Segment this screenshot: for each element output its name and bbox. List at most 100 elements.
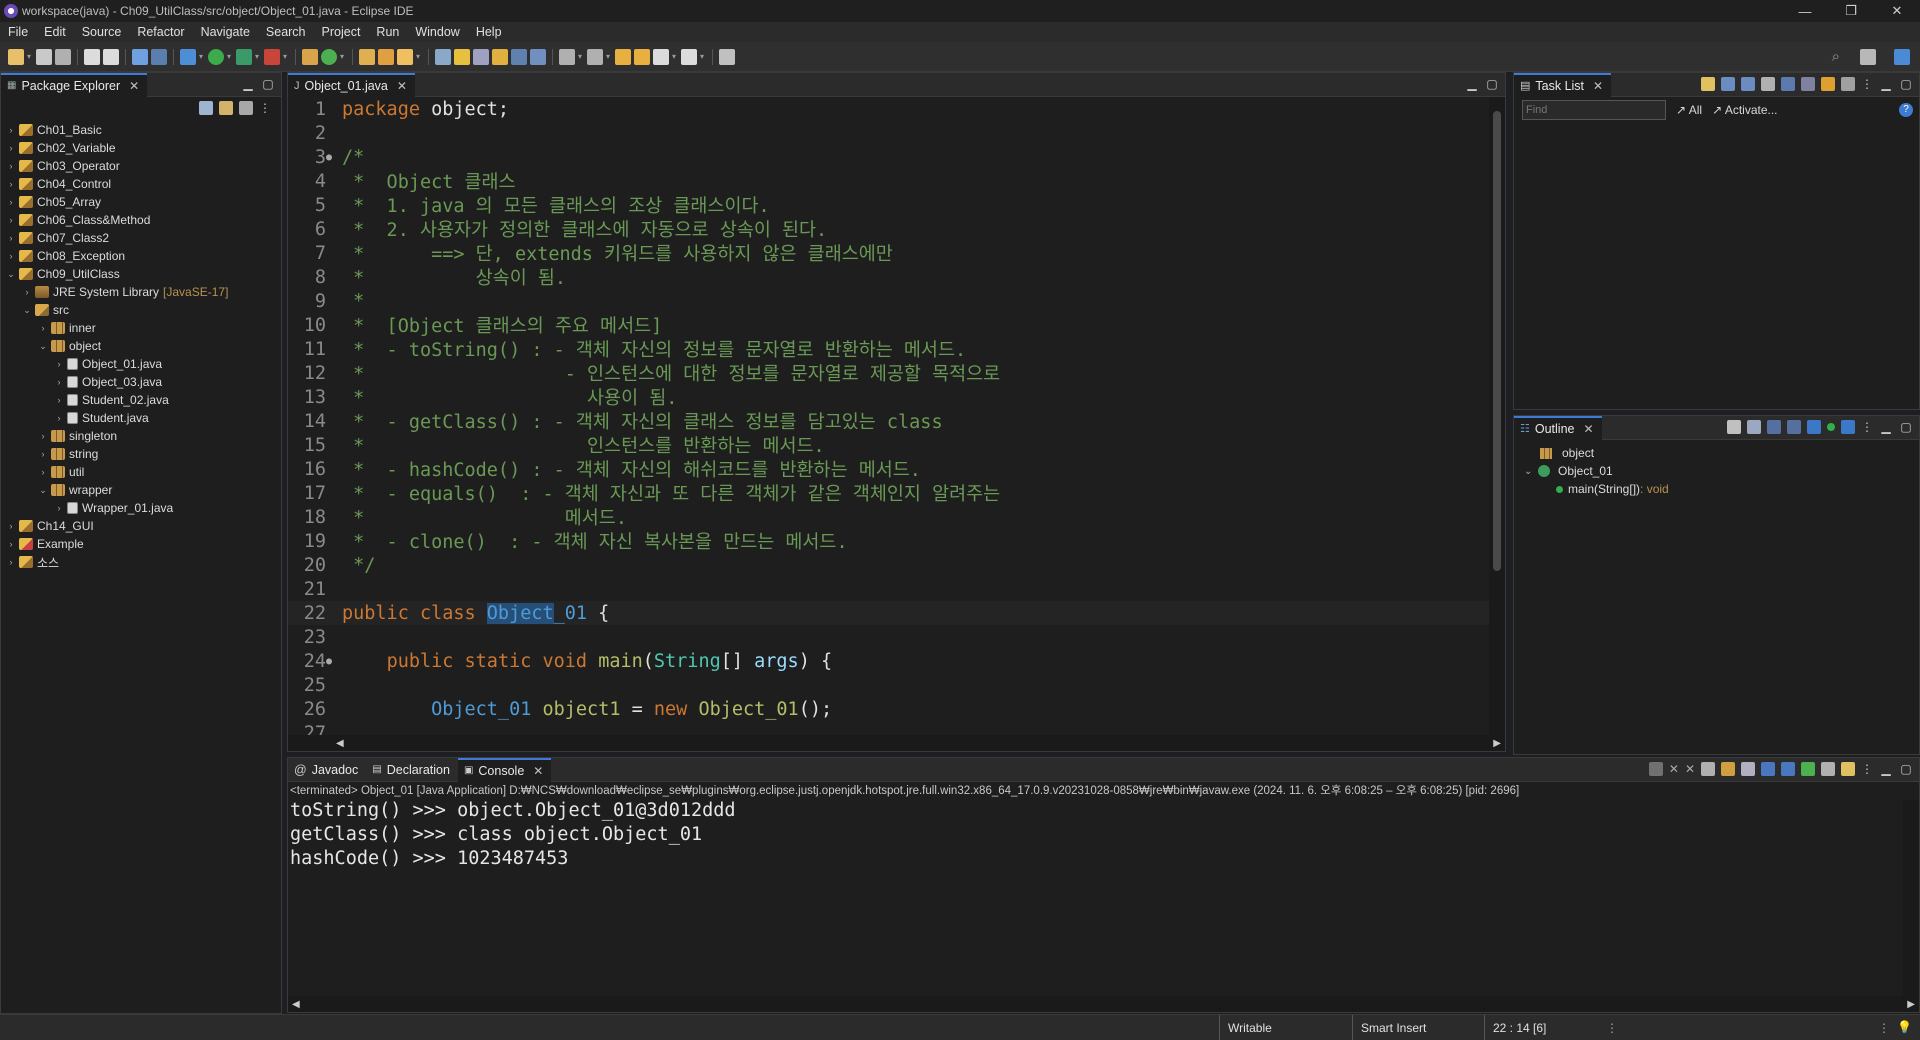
minimize-icon[interactable]: ▁	[241, 77, 255, 91]
save-all-icon[interactable]	[55, 48, 71, 65]
tree-item[interactable]: ⌄ src	[1, 301, 281, 319]
code-line[interactable]: 13 * 사용이 됨.	[288, 385, 1489, 410]
chevron-right-icon[interactable]: ›	[53, 377, 65, 387]
code-line[interactable]: 19 * - clone() : - 객체 자신 복사본을 만드는 메서드.	[288, 529, 1489, 554]
hide-completed-icon[interactable]	[1761, 77, 1775, 91]
show-on-stderr-icon[interactable]	[1781, 762, 1795, 776]
chevron-right-icon[interactable]: ›	[5, 143, 17, 153]
scroll-lock-icon[interactable]	[1721, 762, 1735, 776]
new-dropdown-icon[interactable]: ▾	[27, 49, 33, 65]
collapse-all-icon[interactable]	[199, 101, 213, 115]
minimize-icon[interactable]: ▁	[1879, 77, 1893, 91]
scroll-left-icon[interactable]: ◀	[292, 999, 300, 1010]
tree-item[interactable]: › Ch08_Exception	[1, 247, 281, 265]
redo-icon[interactable]	[103, 48, 119, 65]
menu-navigate[interactable]: Navigate	[193, 25, 258, 39]
sort-icon[interactable]	[1747, 420, 1761, 434]
terminate-icon[interactable]	[1648, 762, 1663, 776]
chevron-right-icon[interactable]: ›	[5, 233, 17, 243]
scroll-right-icon[interactable]: ▶	[1907, 999, 1915, 1010]
chevron-right-icon[interactable]: ›	[5, 197, 17, 207]
code-line[interactable]: 26 Object_01 object1 = new Object_01();	[288, 697, 1489, 721]
tree-item[interactable]: › Ch02_Variable	[1, 139, 281, 157]
tree-item[interactable]: › Student.java	[1, 409, 281, 427]
code-editor[interactable]: 1 package object; 2 3 ●/* 4 * Object 클래스 5 * 1…	[288, 97, 1489, 735]
chevron-right-icon[interactable]: ›	[21, 287, 33, 297]
code-line[interactable]: 24 ● public static void main(String[] arg…	[288, 649, 1489, 673]
help-icon[interactable]: ?	[1899, 103, 1913, 117]
chevron-right-icon[interactable]: ›	[5, 125, 17, 135]
outline-method[interactable]: main(String[]) : void	[1556, 480, 1919, 498]
code-line[interactable]: 16 * - hashCode() : - 객체 자신의 해쉬코드를 반환하는 …	[288, 457, 1489, 482]
next-annotation-icon[interactable]	[559, 48, 575, 65]
menu-file[interactable]: File	[0, 25, 36, 39]
hide-nonpublic-icon[interactable]	[1807, 420, 1821, 434]
focus-workweek-icon[interactable]	[1781, 77, 1795, 91]
chevron-right-icon[interactable]: ›	[5, 251, 17, 261]
menu-search[interactable]: Search	[258, 25, 314, 39]
maximize-icon[interactable]: ▢	[1899, 77, 1913, 91]
code-line[interactable]: 20 */	[288, 553, 1489, 577]
toggle-mark-occurrences-icon[interactable]	[435, 48, 451, 65]
run-dropdown-icon[interactable]: ▾	[227, 49, 233, 65]
word-wrap-icon[interactable]	[473, 48, 489, 65]
console-horizontal-scrollbar[interactable]: ◀ ▶	[288, 996, 1919, 1012]
link-with-editor-icon[interactable]	[219, 101, 233, 115]
previous-annotation-dropdown-icon[interactable]: ▾	[606, 49, 612, 65]
close-icon[interactable]: ✕	[397, 79, 407, 93]
menu-edit[interactable]: Edit	[36, 25, 74, 39]
chevron-right-icon[interactable]: ›	[37, 449, 49, 459]
tree-item[interactable]: › Ch07_Class2	[1, 229, 281, 247]
code-line[interactable]: 18 * 메서드.	[288, 505, 1489, 530]
coverage-dropdown-icon[interactable]: ▾	[255, 49, 261, 65]
chevron-right-icon[interactable]: ›	[53, 503, 65, 513]
chevron-right-icon[interactable]: ›	[37, 467, 49, 477]
restore-button[interactable]: ❐	[1828, 0, 1874, 22]
maximize-icon[interactable]: ▢	[1899, 762, 1913, 776]
word-wrap-icon[interactable]	[1741, 762, 1755, 776]
scroll-left-icon[interactable]: ◀	[336, 738, 344, 749]
new-java-class-icon[interactable]	[321, 48, 337, 65]
code-line[interactable]: 1 package object;	[288, 97, 1489, 121]
scroll-thumb[interactable]	[1493, 111, 1501, 571]
code-line[interactable]: 8 * 상속이 됨.	[288, 265, 1489, 290]
forward-edit-icon[interactable]	[634, 48, 650, 65]
open-console-icon[interactable]	[1841, 762, 1855, 776]
chevron-right-icon[interactable]: ›	[5, 557, 17, 567]
minimize-button[interactable]: —	[1782, 0, 1828, 22]
tab-declaration[interactable]: ▤ Declaration	[366, 758, 458, 782]
tab-javadoc[interactable]: @ Javadoc	[288, 758, 366, 782]
hide-fields-icon[interactable]	[1767, 420, 1781, 434]
task-find-input[interactable]	[1522, 100, 1666, 120]
last-edit-location-icon[interactable]	[615, 48, 631, 65]
show-whitespace-icon[interactable]	[511, 48, 527, 65]
save-icon[interactable]	[36, 48, 52, 65]
open-perspective-icon[interactable]	[1860, 48, 1876, 65]
code-line[interactable]: 11 * - toString() : - 객체 자신의 정보를 문자열로 반환…	[288, 337, 1489, 362]
scheduled-icon[interactable]	[1741, 77, 1755, 91]
tree-item[interactable]: › Object_03.java	[1, 373, 281, 391]
menu-window[interactable]: Window	[407, 25, 467, 39]
code-line[interactable]: 25	[288, 673, 1489, 697]
chevron-right-icon[interactable]: ›	[53, 359, 65, 369]
minimize-icon[interactable]: ▁	[1465, 77, 1479, 91]
tree-item[interactable]: › 소스	[1, 553, 281, 571]
menu-refactor[interactable]: Refactor	[129, 25, 192, 39]
tab-outline[interactable]: ☷ Outline ✕	[1514, 415, 1602, 440]
close-icon[interactable]: ✕	[1583, 422, 1593, 436]
view-menu-icon[interactable]: ⋮	[1861, 77, 1873, 91]
menu-source[interactable]: Source	[74, 25, 130, 39]
code-line[interactable]: 7 * ==> 단, extends 키워드를 사용하지 않은 클래스에만	[288, 241, 1489, 266]
pin-editor-icon[interactable]	[719, 48, 735, 65]
undo-icon[interactable]	[84, 48, 100, 65]
debug-dropdown-icon[interactable]: ▾	[199, 49, 205, 65]
code-line[interactable]: 27	[288, 721, 1489, 736]
previous-annotation-icon[interactable]	[587, 48, 603, 65]
external-tools-dropdown-icon[interactable]: ▾	[283, 49, 289, 65]
close-window-button[interactable]: ✕	[1874, 0, 1920, 22]
chevron-right-icon[interactable]: ›	[37, 431, 49, 441]
console-output[interactable]: toString() >>> object.Object_01@3d012ddd…	[288, 800, 1903, 996]
code-line[interactable]: 5 * 1. java 의 모든 클래스의 조상 클래스이다.	[288, 193, 1489, 218]
open-type-icon[interactable]	[359, 48, 375, 65]
next-annotation-dropdown-icon[interactable]: ▾	[578, 49, 584, 65]
